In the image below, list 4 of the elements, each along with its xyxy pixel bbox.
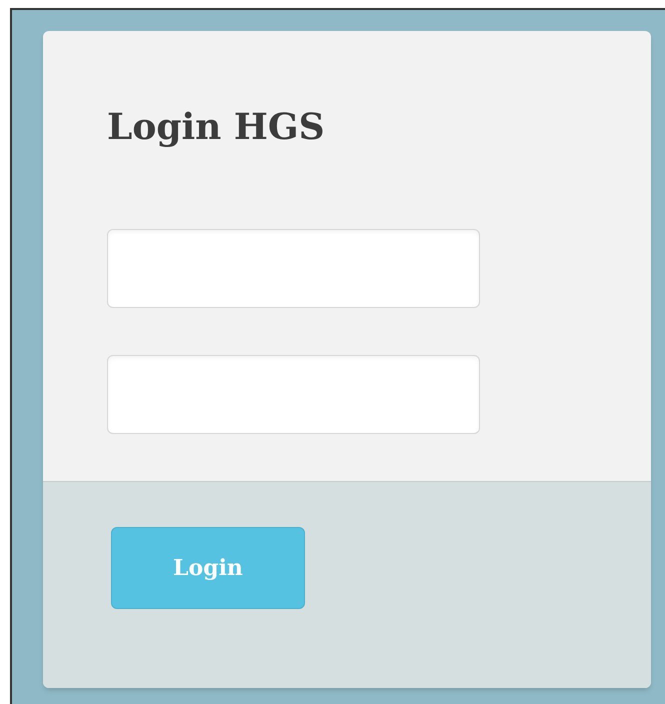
login-button[interactable]: Login xyxy=(111,527,305,609)
input-field[interactable] xyxy=(107,355,480,434)
input-field[interactable] xyxy=(107,229,480,308)
login-title: Login HGS xyxy=(107,109,325,145)
